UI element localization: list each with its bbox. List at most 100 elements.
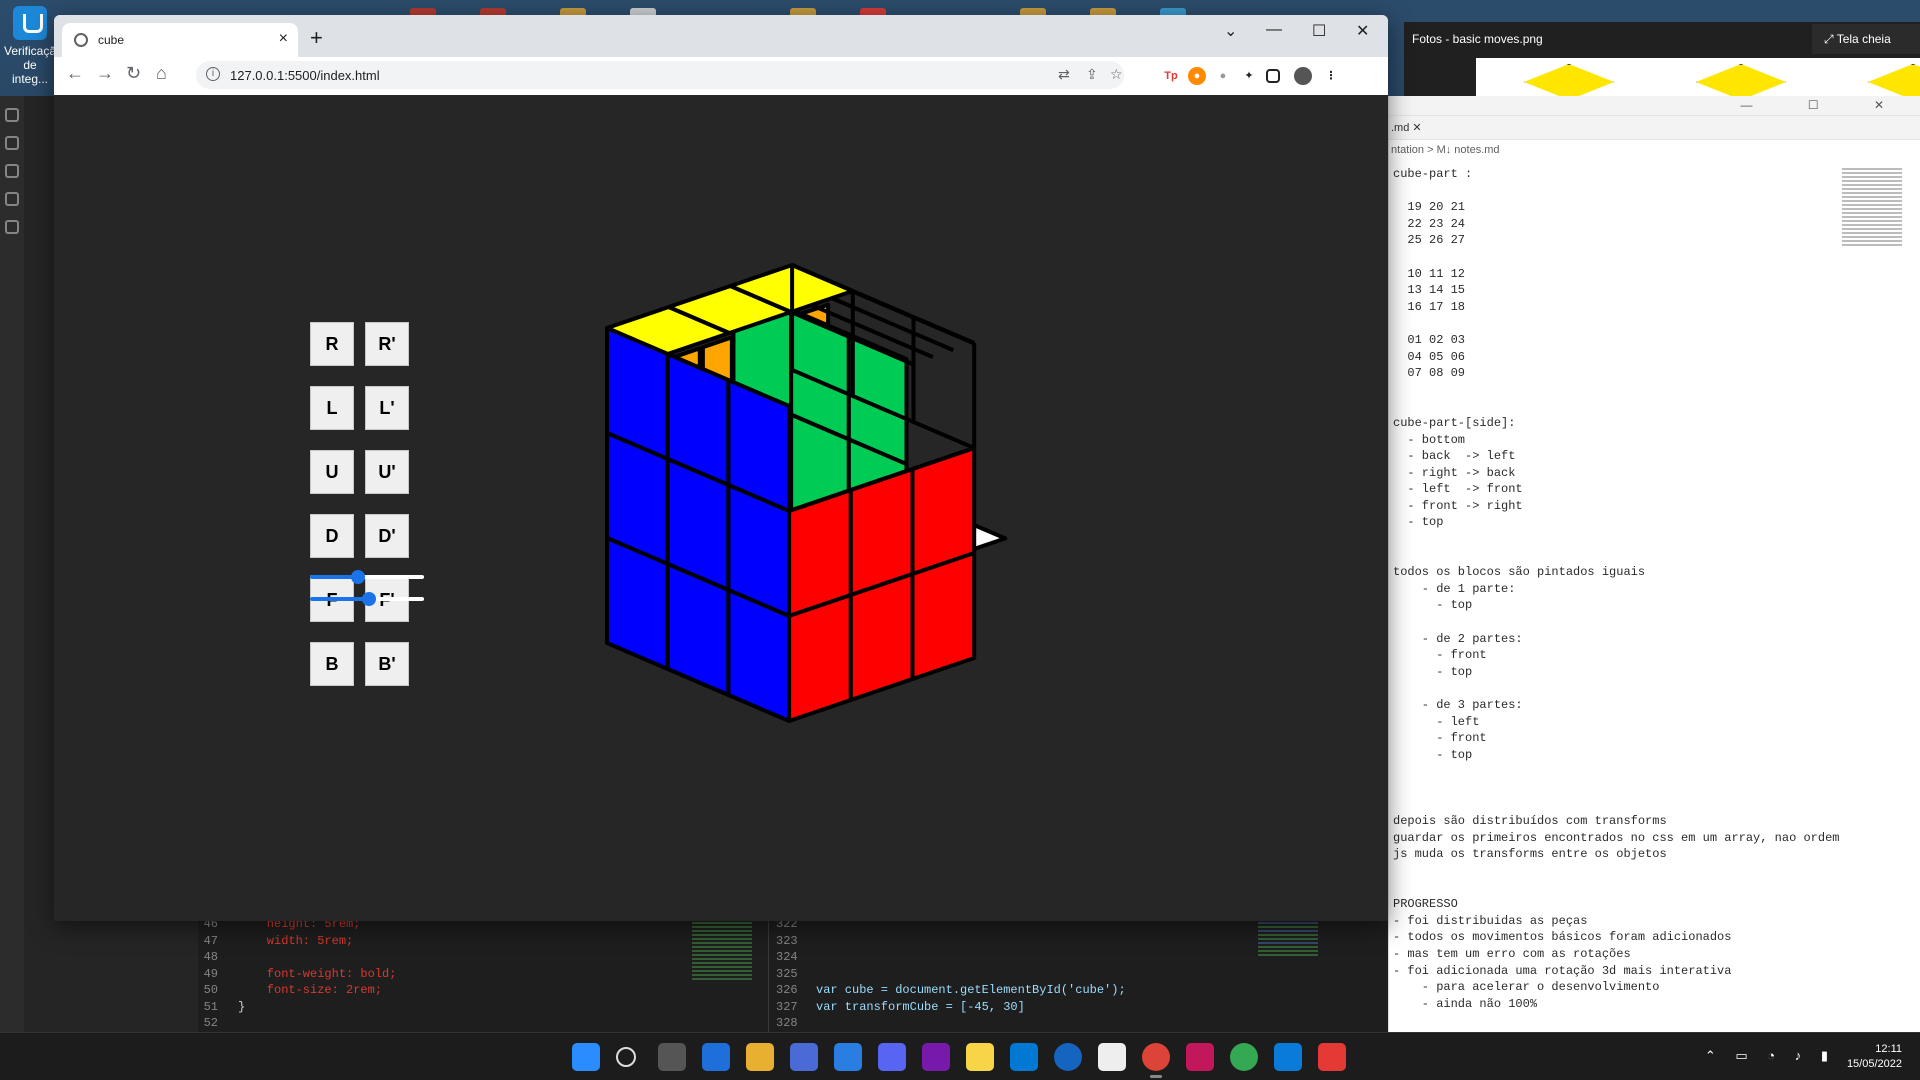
app-icon[interactable] [1054, 1043, 1082, 1071]
cube-front-sticker [787, 593, 853, 723]
window-controls[interactable]: — ☐ ✕ [1741, 98, 1910, 112]
minimap[interactable] [1258, 916, 1318, 1032]
fullscreen-label: Tela cheia [1836, 32, 1891, 46]
notes-line: 16 17 18 [1393, 299, 1466, 314]
notes-editor-window: — ☐ ✕ .md ✕ ntation > M↓ notes.md cube-p… [1388, 96, 1920, 1032]
profile-avatar[interactable] [1294, 67, 1312, 85]
photos-icon[interactable] [1274, 1043, 1302, 1071]
notion-icon[interactable] [1098, 1043, 1126, 1071]
notes-line: 04 05 06 [1393, 349, 1466, 364]
notes-line [1393, 531, 1839, 548]
discord-icon[interactable] [878, 1043, 906, 1071]
notes-line: 10 11 12 [1393, 266, 1466, 281]
clock-time: 12:11 [1875, 1043, 1902, 1055]
chrome-icon[interactable] [1230, 1043, 1258, 1071]
app-icon[interactable] [1186, 1043, 1214, 1071]
line-number: 50 [203, 983, 218, 997]
onenote-icon[interactable] [922, 1043, 950, 1071]
rubiks-cube-3d[interactable] [54, 95, 1388, 921]
notes-line: 01 02 03 [1393, 332, 1466, 347]
app-icon[interactable] [1318, 1043, 1346, 1071]
extensions-puzzle-icon[interactable]: ✦ [1240, 67, 1258, 85]
app-icon[interactable] [834, 1043, 862, 1071]
notes-line [1393, 382, 1839, 399]
notes-line: 07 08 09 [1393, 366, 1466, 381]
share-icon[interactable]: ⇪ [1086, 66, 1098, 83]
fullscreen-button[interactable]: ⤢ Tela cheia [1812, 24, 1920, 54]
notes-line: - de 1 parte: [1393, 581, 1516, 596]
line-number: 52 [203, 1016, 218, 1030]
cube-thumbnail [1868, 64, 1920, 96]
translate-icon[interactable]: ⇄ [1058, 66, 1070, 83]
new-tab-button[interactable]: + [310, 25, 323, 51]
notes-content[interactable]: cube-part : 19 20 21 22 23 24 25 26 27 1… [1393, 166, 1839, 1012]
extensions-icon[interactable] [5, 220, 19, 234]
extension-tp-icon[interactable]: Tp [1162, 67, 1180, 85]
notes-tab-label: .md [1391, 122, 1410, 134]
notes-line: 25 26 27 [1393, 233, 1466, 248]
home-icon[interactable]: ⌂ [156, 63, 167, 84]
notes-line: - front -> right [1393, 498, 1523, 513]
back-icon[interactable]: ← [66, 63, 84, 84]
menu-kebab-icon[interactable]: ⋮ [1322, 67, 1340, 85]
side-panel-icon[interactable] [1266, 69, 1280, 83]
forward-icon[interactable]: → [96, 63, 114, 84]
address-bar[interactable]: i 127.0.0.1:5500/index.html ⇄ ⇪ ☆ [196, 61, 1124, 89]
maximize-button[interactable]: ☐ [1312, 21, 1326, 41]
notes-line: 13 14 15 [1393, 283, 1466, 298]
code-line: width: 5rem; [238, 933, 354, 948]
system-tray-icons[interactable]: ⌃ ▭ ◔ ♪ ▮ [1705, 1048, 1836, 1064]
active-indicator [1150, 1075, 1162, 1078]
task-view-icon[interactable] [658, 1043, 686, 1071]
notes-line: depois são distribuídos com transforms [1393, 814, 1667, 829]
run-debug-icon[interactable] [5, 192, 19, 206]
notes-line: - right -> back [1393, 465, 1516, 480]
breadcrumb[interactable]: ntation > M↓ notes.md [1389, 140, 1920, 160]
code-line: var cube = document.getElementById('cube… [816, 983, 1126, 997]
page-viewport: RR'LL'UU'DD'FF'BB' [54, 95, 1388, 921]
close-tab-icon[interactable]: × [279, 30, 288, 48]
source-control-icon[interactable] [5, 164, 19, 178]
close-window-button[interactable]: ✕ [1356, 21, 1369, 41]
clock[interactable]: 12:11 15/05/2022 [1847, 1042, 1902, 1072]
cube-front-sticker [848, 572, 915, 702]
browser-toolbar: ← → ↻ ⌂ i 127.0.0.1:5500/index.html ⇄ ⇪ … [54, 57, 1388, 95]
code-line: font-size: 2rem; [238, 983, 383, 997]
file-explorer-icon[interactable] [746, 1043, 774, 1071]
notes-line: - ainda não 100% [1393, 996, 1538, 1011]
extension-icon[interactable]: ● [1214, 67, 1232, 85]
css-code[interactable]: 46 height: 5rem; 47 width: 5rem; 48 49 f… [198, 916, 397, 1032]
activity-bar [0, 96, 24, 1032]
minimap[interactable] [1842, 166, 1902, 336]
sticky-notes-icon[interactable] [966, 1043, 994, 1071]
minimize-button[interactable]: — [1266, 21, 1282, 39]
notes-line: - left [1393, 714, 1480, 729]
desktop-shortcut[interactable]: Verificação de integ... [4, 6, 63, 86]
tab-search-icon[interactable]: ⌄ [1224, 21, 1237, 41]
start-icon[interactable] [572, 1043, 600, 1071]
chrome-icon[interactable] [1142, 1043, 1170, 1071]
extension-icon[interactable]: ● [1188, 67, 1206, 85]
vscode-icon[interactable] [1010, 1043, 1038, 1071]
mail-icon[interactable] [702, 1043, 730, 1071]
notes-tab[interactable]: .md ✕ [1389, 116, 1920, 140]
notes-line: - top [1393, 747, 1473, 762]
bookmark-star-icon[interactable]: ☆ [1110, 66, 1123, 83]
notes-line [1393, 315, 1839, 332]
reload-icon[interactable]: ↻ [126, 63, 141, 84]
minimap[interactable] [692, 916, 752, 1032]
search-icon[interactable] [5, 136, 19, 150]
site-info-icon[interactable]: i [206, 67, 220, 81]
notes-line: - foi adicionada uma rotação 3d mais int… [1393, 963, 1732, 978]
notes-line: guardar os primeiros encontrados no css … [1393, 830, 1840, 845]
notes-line [1393, 763, 1839, 780]
js-code[interactable]: 322 323 324 325 326 var cube = document.g… [776, 916, 1126, 1032]
tab-cube[interactable]: cube × [62, 23, 298, 57]
notes-line: - foi distribuidas as peças [1393, 913, 1588, 928]
notes-line [1393, 548, 1839, 565]
search-icon[interactable] [616, 1047, 636, 1067]
store-icon[interactable] [790, 1043, 818, 1071]
line-number: 328 [776, 1016, 798, 1030]
explorer-icon[interactable] [5, 108, 19, 122]
tab-title: cube [98, 33, 125, 47]
